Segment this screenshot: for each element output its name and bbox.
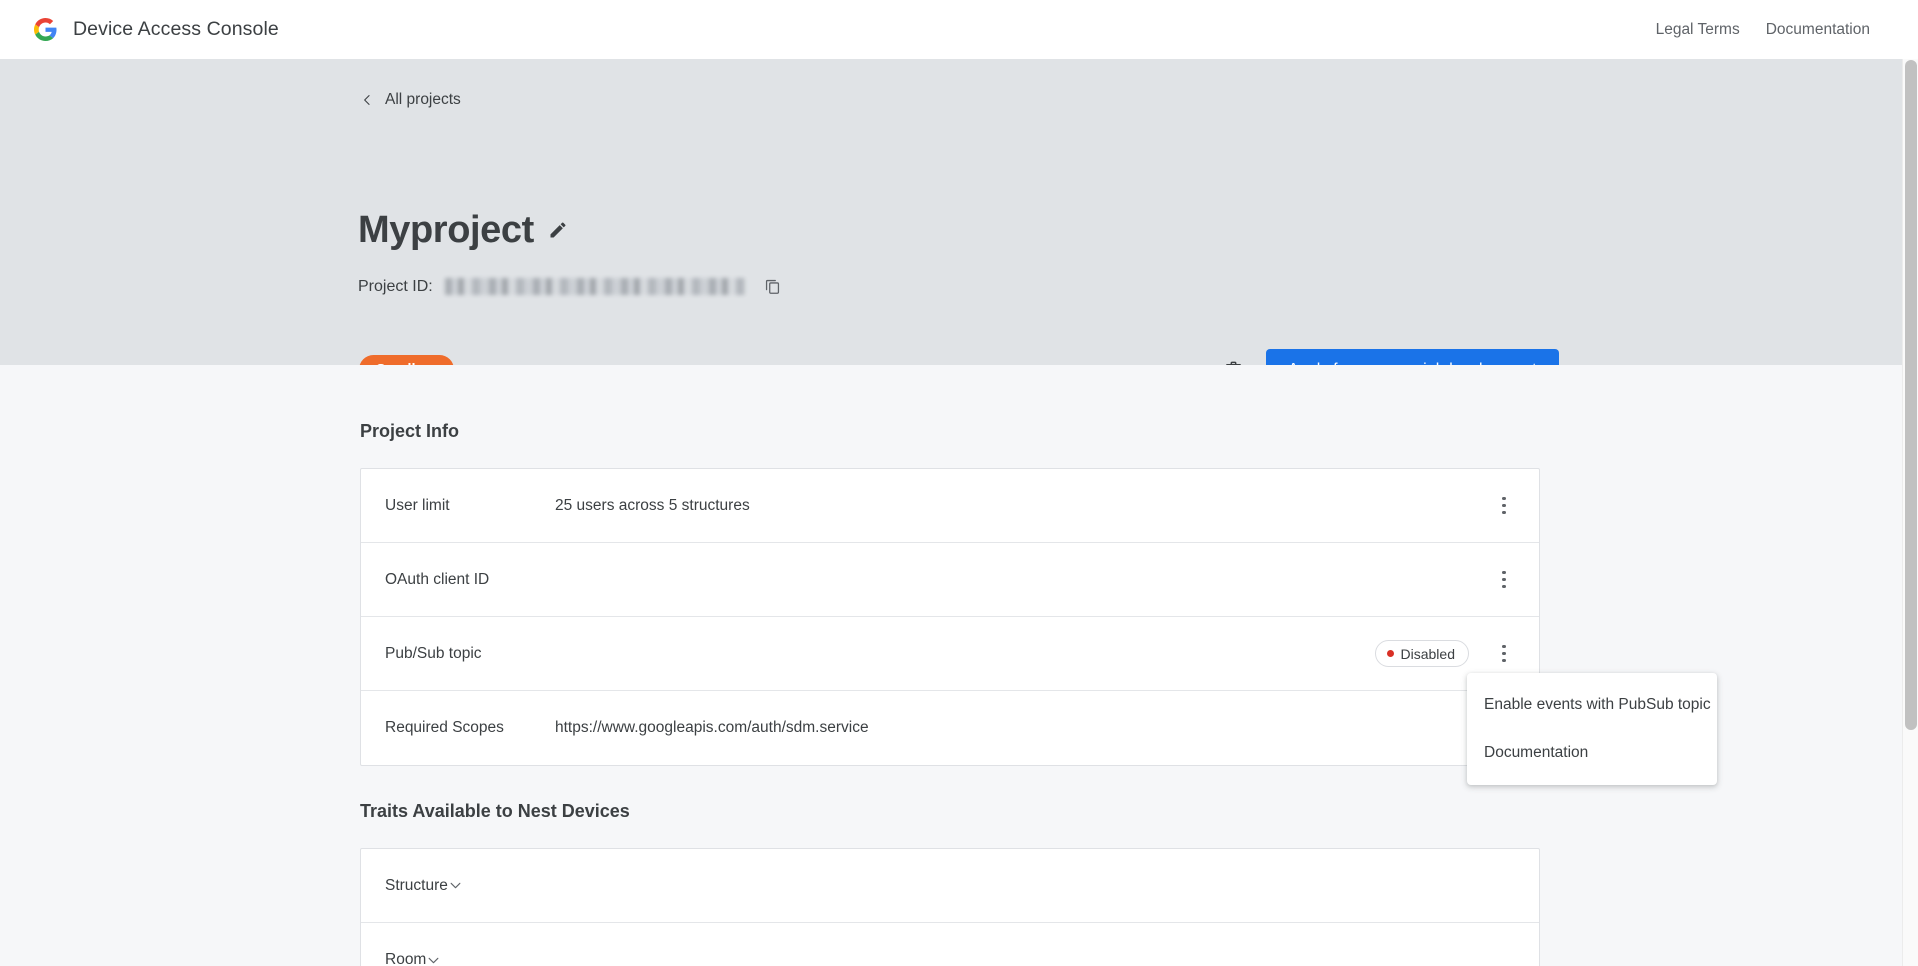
traits-section-title: Traits Available to Nest Devices bbox=[360, 801, 630, 822]
pubsub-context-menu: Enable events with PubSub topic Document… bbox=[1467, 673, 1717, 785]
project-info-card: User limit 25 users across 5 structures … bbox=[360, 468, 1540, 766]
trait-row-structure[interactable]: Structure bbox=[361, 849, 1539, 923]
kebab-menu-icon[interactable] bbox=[1491, 493, 1517, 519]
page-title: Myproject bbox=[358, 211, 534, 249]
status-dot-icon bbox=[1387, 650, 1394, 657]
main-content: Project Info User limit 25 users across … bbox=[0, 365, 1918, 966]
kebab-menu-icon[interactable] bbox=[1491, 567, 1517, 593]
menu-item-documentation[interactable]: Documentation bbox=[1467, 729, 1717, 777]
trait-label-structure: Structure bbox=[385, 877, 448, 895]
row-label-user-limit: User limit bbox=[385, 497, 555, 515]
project-id-value-redacted bbox=[445, 278, 745, 295]
table-row: OAuth client ID bbox=[361, 543, 1539, 617]
row-value-user-limit: 25 users across 5 structures bbox=[555, 497, 1491, 515]
page-root: Device Access Console Legal Terms Docume… bbox=[0, 0, 1918, 966]
status-badge-disabled: Disabled bbox=[1375, 640, 1469, 667]
row-trailing bbox=[1491, 567, 1539, 593]
row-label-oauth-client-id: OAuth client ID bbox=[385, 571, 555, 589]
project-id-label: Project ID: bbox=[358, 278, 433, 296]
trait-row-room[interactable]: Room bbox=[361, 923, 1539, 966]
documentation-link[interactable]: Documentation bbox=[1766, 21, 1870, 39]
app-bar-brand: Device Access Console bbox=[34, 18, 279, 41]
app-bar: Device Access Console Legal Terms Docume… bbox=[0, 0, 1918, 59]
traits-card: Structure Room bbox=[360, 848, 1540, 966]
table-row: User limit 25 users across 5 structures bbox=[361, 469, 1539, 543]
project-header-band: All projects Myproject Project ID: bbox=[0, 59, 1918, 365]
legal-terms-link[interactable]: Legal Terms bbox=[1656, 21, 1740, 39]
status-badge-label: Disabled bbox=[1401, 646, 1455, 662]
table-row: Pub/Sub topic Disabled bbox=[361, 617, 1539, 691]
copy-icon[interactable] bbox=[757, 277, 782, 296]
chevron-down-icon bbox=[448, 878, 463, 893]
project-info-section-title: Project Info bbox=[360, 421, 459, 442]
row-label-pubsub-topic: Pub/Sub topic bbox=[385, 645, 555, 663]
scrollbar-thumb[interactable] bbox=[1905, 60, 1917, 730]
row-value-required-scopes: https://www.googleapis.com/auth/sdm.serv… bbox=[555, 719, 1491, 737]
app-bar-links: Legal Terms Documentation bbox=[1656, 21, 1870, 39]
breadcrumb-label: All projects bbox=[385, 91, 461, 109]
project-title-row: Myproject bbox=[358, 211, 568, 249]
vertical-scrollbar[interactable] bbox=[1902, 59, 1918, 966]
app-title: Device Access Console bbox=[73, 18, 279, 41]
breadcrumb-all-projects[interactable]: All projects bbox=[360, 91, 461, 109]
project-id-row: Project ID: bbox=[358, 277, 782, 296]
chevron-left-icon bbox=[360, 93, 374, 107]
row-label-required-scopes: Required Scopes bbox=[385, 719, 555, 737]
google-g-logo-icon bbox=[34, 18, 57, 41]
kebab-menu-icon-pubsub[interactable] bbox=[1491, 641, 1517, 667]
table-row: Required Scopes https://www.googleapis.c… bbox=[361, 691, 1539, 765]
chevron-down-icon bbox=[426, 953, 441, 966]
pencil-edit-icon[interactable] bbox=[548, 220, 568, 240]
trait-label-room: Room bbox=[385, 951, 426, 966]
menu-item-enable-events[interactable]: Enable events with PubSub topic bbox=[1467, 681, 1717, 729]
row-trailing bbox=[1491, 493, 1539, 519]
row-trailing: Disabled bbox=[1375, 640, 1539, 667]
